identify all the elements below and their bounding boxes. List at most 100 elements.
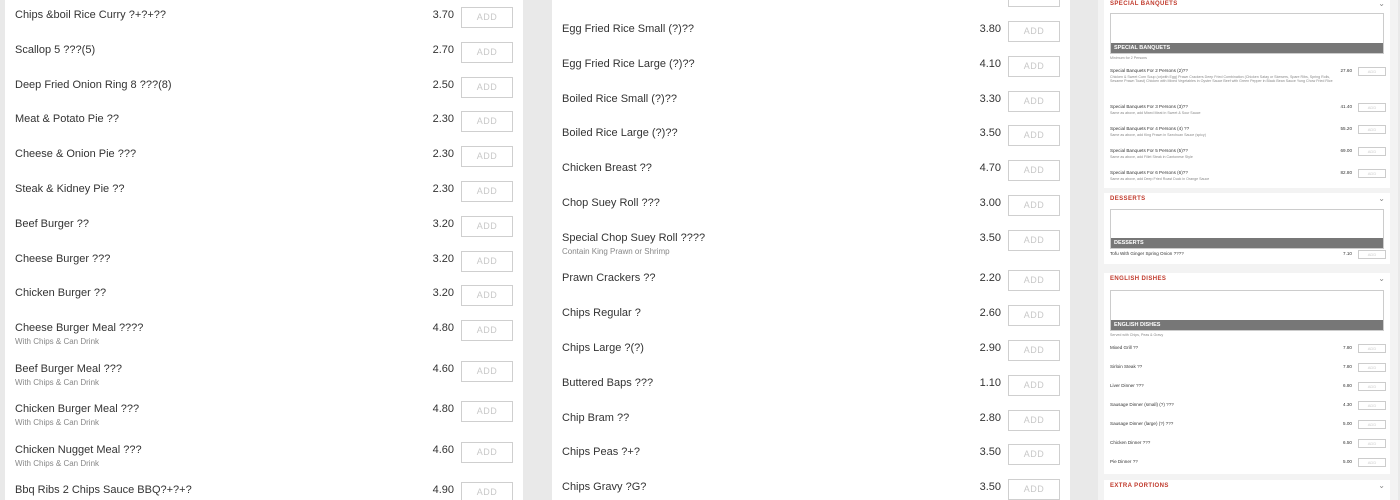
chevron-down-icon[interactable]: ⌄ [1378,481,1385,490]
add-button[interactable]: ADD [1008,21,1060,42]
menu-item: Bbq Ribs 2 Chips Sauce BBQ?+?+? 4.90 ADD [5,482,523,500]
add-button[interactable]: ADD [1358,382,1386,391]
add-button[interactable]: ADD [461,181,513,202]
add-button[interactable]: ADD [1008,374,1060,396]
add-button[interactable]: ADD [461,7,513,28]
add-button[interactable]: ADD [1358,103,1386,112]
add-button[interactable]: ADD [1008,305,1060,327]
item-name: Prawn Crackers ?? [562,272,656,285]
add-button[interactable]: ADD [1008,125,1060,147]
item-price: 1.10 [979,376,1001,389]
partial-add-button[interactable] [1008,0,1060,7]
item-name: Liver Dinner ??? [1110,383,1144,388]
add-button[interactable]: ADD [1358,401,1386,410]
banner-label: ENGLISH DISHES [1111,320,1383,330]
item-price: 4.10 [979,57,1001,70]
item-price: 3.50 [979,231,1001,244]
item-price: 3.20 [432,287,454,300]
banner-label: DESSERTS [1111,238,1383,248]
item-price: 2.30 [432,113,454,126]
add-button[interactable]: ADD [1358,439,1386,448]
add-button[interactable]: ADD [461,482,513,500]
item-price: 4.80 [432,322,454,335]
section-header-desserts[interactable]: DESSERTS ⌄ [1104,193,1390,209]
add-button[interactable]: ADD [1358,169,1386,178]
item-price: 7.80 [1343,364,1352,369]
add-button[interactable]: ADD [1358,458,1386,467]
add-button[interactable]: ADD [1358,67,1386,76]
add-button[interactable]: ADD [461,215,513,237]
item-name: Chicken Nugget Meal ??? [15,443,142,456]
item-price: 4.30 [1343,402,1352,407]
add-button[interactable]: ADD [461,41,513,63]
item-description: With Chips & Can Drink [15,458,100,468]
add-button[interactable]: ADD [1358,344,1386,353]
menu-item: Chicken Nugget Meal ??? With Chips & Can … [5,441,523,483]
item-description: Chicken & Sweet Corn Soup (or)with Egg) … [1110,75,1333,84]
item-price: 2.60 [979,307,1001,320]
item-name: Sirloin Steak ?? [1110,364,1143,369]
add-button[interactable]: ADD [1008,229,1060,251]
item-name: Chicken Dinner ??? [1110,440,1151,445]
add-button[interactable]: ADD [1008,444,1060,466]
add-button[interactable]: ADD [461,76,513,98]
add-button[interactable]: ADD [1358,250,1386,259]
add-button[interactable]: ADD [461,146,513,168]
section-title: ENGLISH DISHES [1110,276,1167,282]
item-name: Scallop 5 ???(5) [15,43,96,56]
menu-item: Boiled Rice Small (?)?? 3.30 ADD [552,90,1070,126]
item-price: 27.60 [1340,68,1353,73]
chevron-down-icon[interactable]: ⌄ [1378,194,1385,203]
item-name: Special Banquets For 4 Persons (4) ?? [1110,126,1190,131]
item-price: 55.20 [1340,126,1353,131]
add-button[interactable]: ADD [461,285,513,307]
add-button[interactable]: ADD [461,360,513,382]
item-price: 5.00 [1343,421,1352,426]
item-name: Cheese Burger ??? [15,252,111,265]
add-button[interactable]: ADD [461,441,513,463]
item-name: Chicken Burger Meal ??? [15,403,140,416]
chevron-down-icon[interactable]: ⌄ [1378,274,1385,283]
add-button[interactable]: ADD [461,111,513,133]
add-button[interactable]: ADD [1358,420,1386,429]
item-price: 2.30 [432,148,454,161]
section-header-extra-portions[interactable]: EXTRA PORTIONS ⌄ [1104,480,1390,496]
item-name: Tofu With Ginger Spring Onion ???? [1110,251,1184,256]
item-price: 41.40 [1340,104,1353,109]
add-button[interactable]: ADD [461,320,513,342]
item-price: 2.90 [979,341,1001,354]
item-name: Sausage Dinner (large) (?) ??? [1110,421,1174,426]
add-button[interactable]: ADD [1358,125,1386,134]
menu-item: Buttered Baps ??? 1.10 ADD [552,374,1070,410]
add-button[interactable]: ADD [1008,339,1060,361]
menu-item: Chips Gravy ?G? 3.50 ADD [552,479,1070,500]
item-name: Chip Bram ?? [562,411,630,424]
menu-item: Scallop 5 ???(5) 2.70 ADD [5,41,523,77]
item-price: 7.80 [1343,345,1352,350]
add-button[interactable]: ADD [1008,160,1060,182]
section-header-english-dishes[interactable]: ENGLISH DISHES ⌄ [1104,273,1390,289]
add-button[interactable]: ADD [461,250,513,272]
add-button[interactable]: ADD [1008,55,1060,77]
item-name: Boiled Rice Large (?)?? [562,127,678,140]
add-button[interactable]: ADD [1008,90,1060,112]
menu-item: Beef Burger ?? 3.20 ADD [5,215,523,251]
add-button[interactable]: ADD [1008,195,1060,216]
add-button[interactable]: ADD [1358,147,1386,156]
add-button[interactable]: ADD [461,401,513,423]
item-name: Bbq Ribs 2 Chips Sauce BBQ?+?+? [15,484,192,497]
item-price: 4.60 [432,362,454,375]
item-price: 82.80 [1340,170,1353,175]
section-banner-image: SPECIAL BANQUETS [1110,13,1384,54]
item-name: Steak & Kidney Pie ?? [15,183,125,195]
item-name: Chips Peas ?+? [562,446,640,459]
add-button[interactable]: ADD [1008,270,1060,292]
add-button[interactable]: ADD [1008,479,1060,500]
add-button[interactable]: ADD [1008,409,1060,431]
add-button[interactable]: ADD [1358,363,1386,372]
item-name: Sausage Dinner (small) (?) ??? [1110,402,1174,407]
item-description: With Chips & Can Drink [15,418,100,428]
menu-column-2: Egg Fried Rice Small (?)?? 3.80 ADD Egg Fri… [552,0,1070,500]
menu-item: Egg Fried Rice Large (?)?? 4.10 ADD [552,55,1070,91]
chevron-down-icon[interactable]: ⌄ [1378,0,1385,8]
